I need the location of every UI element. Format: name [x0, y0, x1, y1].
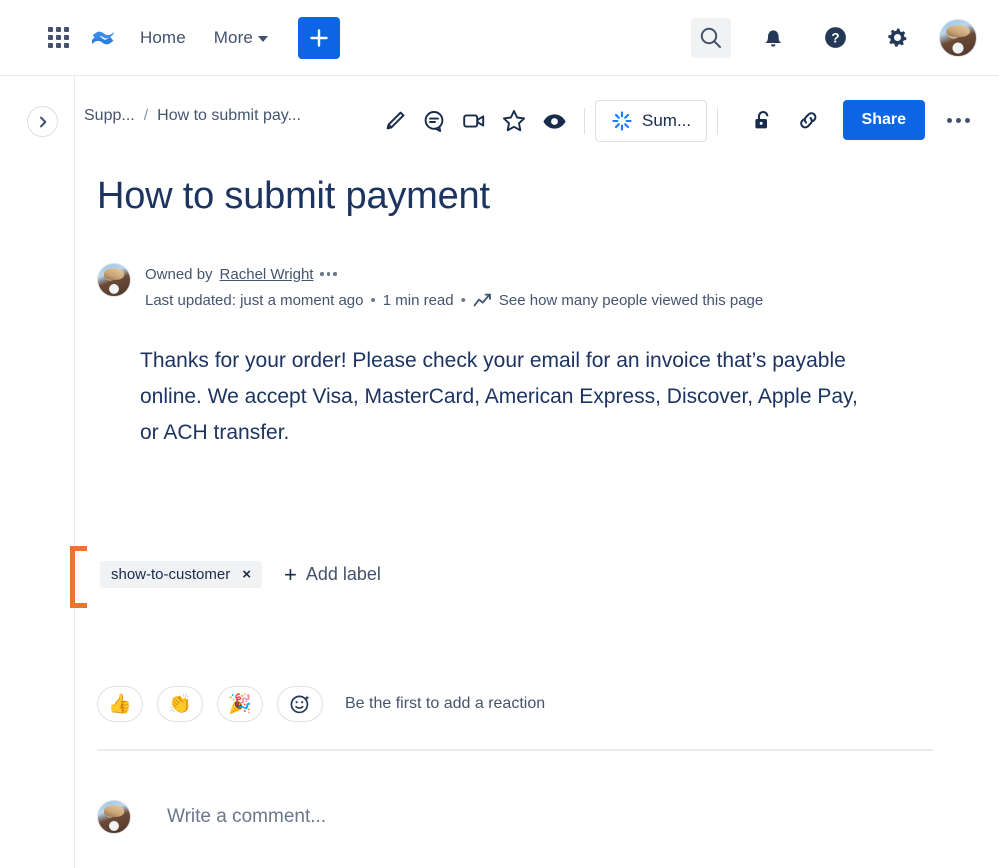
thumbsup-icon: 👍: [108, 694, 132, 715]
summarize-button[interactable]: Sum...: [595, 100, 708, 142]
edit-pencil-icon[interactable]: [374, 101, 414, 141]
last-updated-text: Last updated: just a moment ago: [145, 291, 364, 309]
clap-icon: 👏: [168, 694, 192, 715]
annotation-bracket: [70, 546, 87, 608]
user-avatar[interactable]: [939, 18, 977, 57]
nav-right-group: ?: [691, 17, 999, 58]
breadcrumb-separator: /: [143, 107, 149, 124]
grid-icon[interactable]: [44, 24, 72, 52]
ai-sparkle-icon: [612, 111, 632, 131]
global-navigation-bar: Home More ?: [0, 0, 999, 76]
gear-icon[interactable]: [877, 18, 917, 58]
owner-prefix: Owned by: [145, 265, 213, 283]
reactions-row: 👍 👏 🎉 Be the first to add a reaction: [97, 686, 545, 722]
toolbar-divider: [584, 108, 585, 134]
help-circle-icon[interactable]: ?: [815, 18, 855, 58]
toolbar-divider-2: [717, 108, 719, 134]
nav-more-label: More: [213, 27, 253, 47]
summarize-label: Sum...: [642, 111, 692, 130]
page-actions-right: Share: [743, 100, 979, 140]
byline-owner-row: Owned by Rachel Wright: [145, 266, 763, 283]
nav-home-label: Home: [140, 27, 186, 47]
comment-input-placeholder[interactable]: Write a comment...: [167, 806, 326, 828]
read-time-text: 1 min read: [382, 291, 454, 309]
page-title: How to submit payment: [97, 175, 490, 217]
expand-sidebar-button[interactable]: [27, 106, 58, 137]
share-label: Share: [861, 111, 906, 128]
chart-line-icon: [473, 293, 491, 306]
unlock-icon[interactable]: [743, 100, 783, 140]
nav-home-link[interactable]: Home: [140, 28, 186, 48]
plus-icon: +: [283, 561, 297, 587]
plus-icon: [310, 28, 328, 47]
svg-text:?: ?: [831, 31, 839, 46]
party-popper-icon: 🎉: [228, 694, 252, 715]
share-button[interactable]: Share: [842, 100, 925, 140]
breadcrumb-page[interactable]: How to submit pay...: [157, 107, 301, 125]
labels-section: show-to-customer × + Add label: [70, 546, 381, 608]
owner-link[interactable]: Rachel Wright: [220, 266, 314, 283]
comment-composer[interactable]: Write a comment...: [97, 800, 326, 834]
bell-icon[interactable]: [753, 18, 793, 58]
breadcrumb-space[interactable]: Supp...: [84, 107, 135, 125]
reaction-hint-text: Be the first to add a reaction: [345, 695, 546, 712]
meta-bullet-1: •: [370, 291, 376, 309]
link-icon[interactable]: [789, 100, 829, 140]
commenter-avatar: [97, 800, 131, 834]
chevron-down-icon: [257, 36, 268, 42]
reaction-party-button[interactable]: 🎉: [217, 686, 263, 722]
byline-text: Owned by Rachel Wright Last updated: jus…: [145, 263, 763, 309]
watch-eye-icon[interactable]: [534, 101, 574, 141]
nav-left-group: Home More: [0, 16, 340, 59]
nav-more-menu[interactable]: More: [214, 28, 268, 48]
label-chip-text: show-to-customer: [111, 566, 231, 583]
more-actions-button[interactable]: [937, 100, 979, 140]
chevron-right-icon: [39, 116, 46, 127]
page-byline: Owned by Rachel Wright Last updated: jus…: [97, 262, 957, 309]
labels-row: show-to-customer × + Add label: [100, 546, 381, 588]
video-icon[interactable]: [454, 101, 494, 141]
page-body-text: Thanks for your order! Please check your…: [140, 348, 858, 444]
byline-meta-row: Last updated: just a moment ago • 1 min …: [145, 292, 763, 309]
ellipsis-icon[interactable]: [320, 272, 337, 276]
star-icon[interactable]: [494, 101, 534, 141]
reaction-thumbsup-button[interactable]: 👍: [97, 686, 143, 722]
breadcrumb: Supp... / How to submit pay...: [84, 107, 301, 125]
page-tools: Sum...: [374, 100, 728, 142]
add-label-text: Add label: [305, 564, 381, 584]
analytics-link[interactable]: See how many people viewed this page: [499, 292, 763, 309]
page-content: How to submit payment Owned by Rachel Wr…: [97, 175, 957, 451]
sidebar-divider: [74, 76, 75, 868]
create-button[interactable]: [297, 16, 340, 59]
add-label-button[interactable]: + Add label: [283, 561, 381, 587]
confluence-logo-icon[interactable]: [88, 23, 118, 53]
owner-avatar[interactable]: [97, 262, 131, 297]
emoji-picker-button[interactable]: [277, 686, 323, 722]
comment-icon[interactable]: [414, 101, 454, 141]
meta-bullet-2: •: [460, 291, 466, 309]
reaction-clap-button[interactable]: 👏: [157, 686, 203, 722]
label-chip[interactable]: show-to-customer ×: [100, 561, 262, 588]
search-icon[interactable]: [691, 17, 731, 58]
close-icon[interactable]: ×: [242, 566, 251, 583]
emoji-plus-icon: [290, 695, 310, 714]
content-divider: [97, 749, 933, 751]
